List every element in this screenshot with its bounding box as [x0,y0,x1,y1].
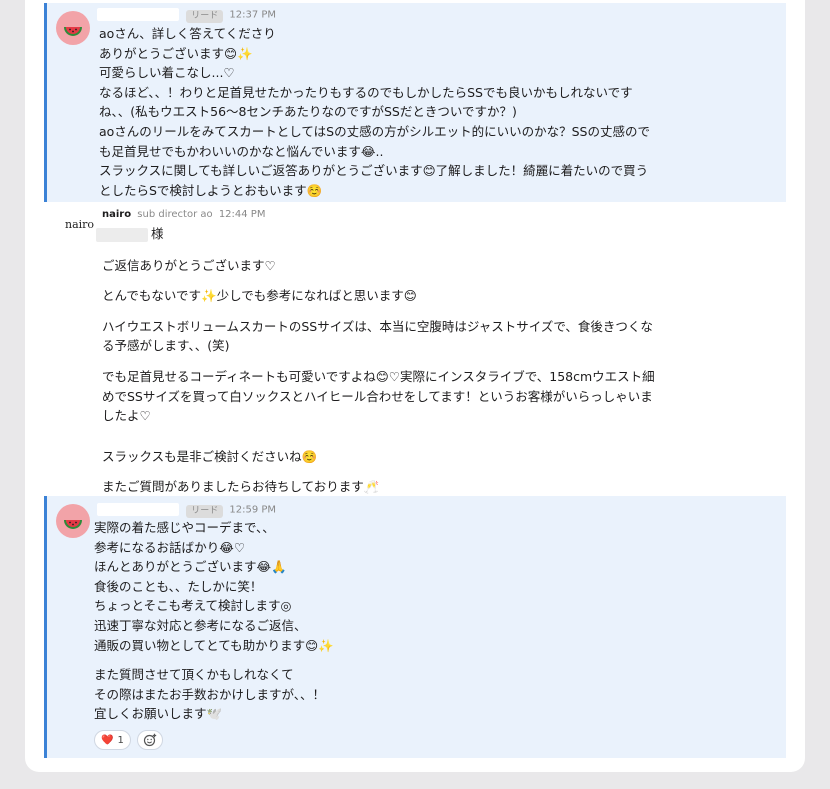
reaction-count: 1 [117,734,124,746]
message-line: も足首見せでもかわいいのかなと悩んでいます😂.. [99,143,384,159]
message-line: 食後のことも、、たしかに笑！ [94,578,263,594]
redacted-name [97,503,179,516]
message-paragraph: ご返信ありがとうございます♡ [102,257,276,273]
message-line: としたらSで検討しようとおもいます☺️ [99,182,323,198]
message-line: なるほど、、！わりと足首見せたかったりもするのでもしかしたらSSでも良いかもしれ… [99,84,633,100]
message-paragraph: とんでもないです✨少しでも参考になればと思います😊 [102,288,417,304]
message-line: ほんとありがとうございます😂🙏 [94,559,287,575]
reaction-heart[interactable]: ❤️ 1 [94,730,131,750]
message-line: 参考になるお話ばかり😂♡ [94,539,246,555]
add-reaction-button[interactable] [136,730,163,750]
message-paragraph: でも足首見せるコーディネートも可愛いですよね😊♡実際にインスタライブで、158c… [102,368,655,424]
message-line: ありがとうございます😊✨ [99,45,253,61]
message-paragraph: ハイウエストボリュームスカートのSSサイズは、本当に空腹時はジャストサイズで、食… [102,318,653,354]
role-badge: リード [186,504,224,518]
watermelon-icon [64,520,82,529]
timestamp: 12:59 PM [229,504,277,516]
message-line: 可愛らしい着こなし...♡ [99,65,235,81]
message-paragraph: スラックスも是非ご検討くださいね☺️ [102,448,318,464]
message-line: 宜しくお願いします🕊️ [94,706,223,722]
workspace-logo: nairo [65,218,95,231]
message-lead-2[interactable]: リード 12:59 PM 実際の着た感じやコーデまで、、 参考になるお話ばかり😂… [44,496,786,758]
message-meta: リード 12:37 PM [97,8,276,23]
message-line: ね、、(私もウエスト56〜8センチあたりなのですがSSだときついですか？) [99,104,517,120]
add-reaction-icon [143,733,157,747]
reactions-bar: ❤️ 1 [94,730,163,750]
message-meta: nairo sub director ao 12:44 PM [102,209,265,220]
heart-emoji: ❤️ [101,734,114,746]
sender-title: sub director ao [137,209,213,220]
message-meta: リード 12:59 PM [97,503,276,518]
message-paragraph: またご質問がありましたらお待ちしております🥂 [102,479,380,495]
redacted-name [96,227,148,242]
message-body-nairo: 様 ご返信ありがとうございます♡ とんでもないです✨少しでも参考になればと思いま… [96,224,736,497]
message-body: aoさん、詳しく答えてくださり ありがとうございます😊✨ 可愛らしい着こなし..… [99,24,650,200]
role-badge: リード [186,9,224,23]
avatar[interactable] [56,11,90,45]
avatar[interactable] [56,504,90,538]
message-line: aoさん、詳しく答えてくださり [99,26,276,41]
message-line: 迅速丁寧な対応と参考になるご返信、 [94,617,307,633]
message-line: 通販の買い物としてとても助かります😊✨ [94,637,334,653]
timestamp: 12:37 PM [229,9,277,21]
message-line: その際はまたお手数おかけしますが、、！ [94,686,326,702]
message-line: また質問させて頂くかもしれなくて [94,667,294,683]
message-line: スラックスに関しても詳しいご返答ありがとうございます😊了解しました！綺麗に着たい… [99,163,649,179]
timestamp: 12:44 PM [218,209,266,220]
sender-name[interactable]: nairo [102,209,131,220]
message-line: 実際の着た感じやコーデまで、、 [94,520,275,535]
message-body: 実際の着た感じやコーデまで、、 参考になるお話ばかり😂♡ ほんとありがとうござい… [94,518,334,724]
redacted-name [97,8,179,21]
watermelon-icon [64,27,82,36]
message-line: ちょっとそこも考えて検討します◎ [94,598,292,614]
message-lead-1[interactable]: リード 12:37 PM aoさん、詳しく答えてくださり ありがとうございます😊… [44,3,786,202]
salutation: 様 [151,226,164,241]
message-line: aoさんのリールをみてスカートとしてはSの丈感の方がシルエット的にいいのかな？S… [99,123,650,139]
